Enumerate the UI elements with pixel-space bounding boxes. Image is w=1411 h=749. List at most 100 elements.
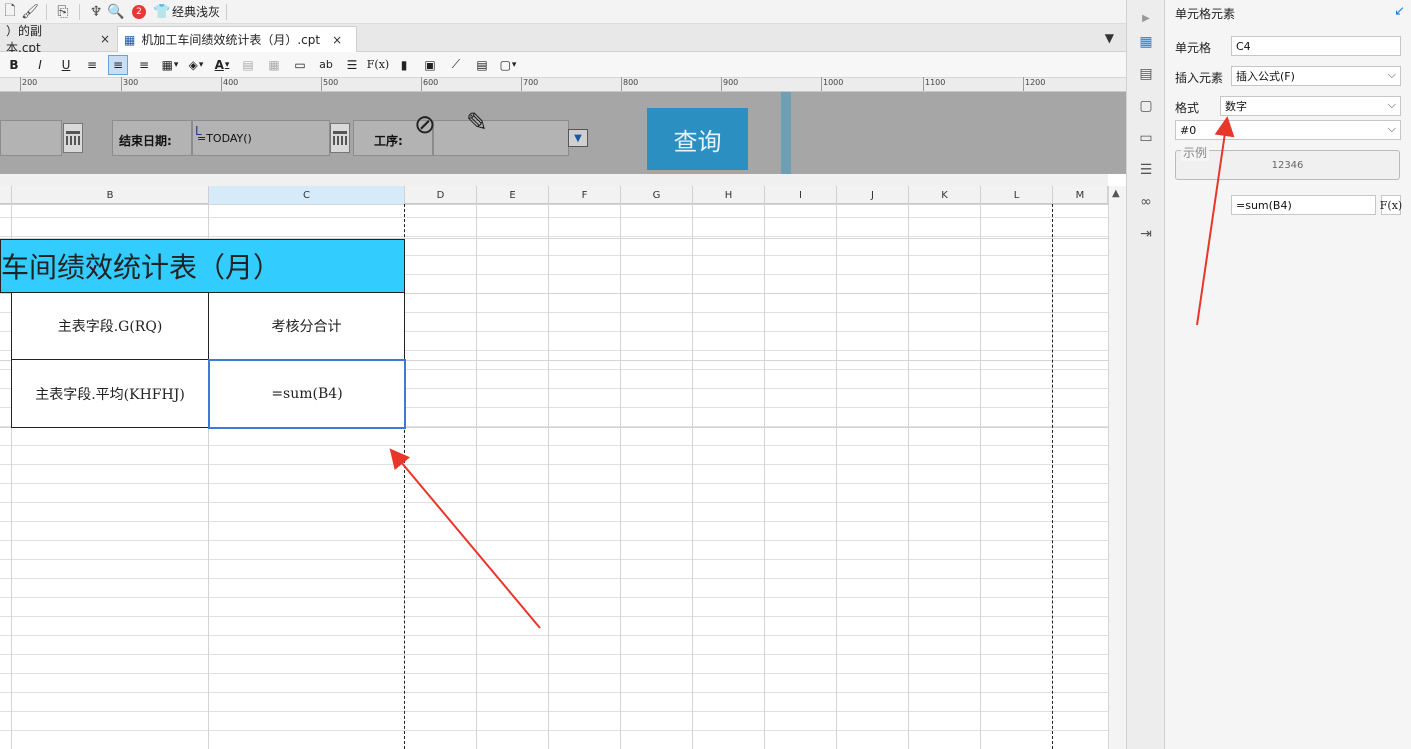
grid-line — [764, 204, 765, 749]
formula-editor-button[interactable]: F(x) — [1380, 195, 1402, 215]
image-icon[interactable]: ▣ — [420, 55, 440, 75]
diagonal-icon[interactable]: ⟋ — [446, 55, 466, 75]
column-header-j[interactable]: J — [837, 186, 909, 204]
vertical-scrollbar[interactable]: ▲ — [1108, 186, 1126, 749]
spreadsheet-grid[interactable]: 车间绩效统计表（月） 主表字段.G(RQ) 考核分合计 主表字段.平均(KHFH… — [0, 204, 1108, 749]
ruler-tick — [821, 77, 822, 91]
ruler-label: 200 — [22, 78, 38, 87]
column-header-g[interactable]: G — [621, 186, 693, 204]
italic-button[interactable]: I — [30, 55, 50, 75]
insert-element-select[interactable]: 插入公式(F) ⌵ — [1231, 66, 1401, 86]
column-header-i[interactable]: I — [765, 186, 837, 204]
font-color-button[interactable]: A — [212, 55, 232, 75]
grid-line — [548, 204, 549, 749]
align-center-icon[interactable]: ≡ — [108, 54, 128, 75]
tab-performance-report[interactable]: ▦ 机加工车间绩效统计表（月）.cpt × — [117, 26, 357, 52]
column-header-l[interactable]: L — [981, 186, 1053, 204]
data-entry-icon[interactable]: ⇥ — [1136, 224, 1156, 244]
ruler-label: 1200 — [1025, 78, 1046, 87]
pin-icon[interactable]: ↙ — [1394, 4, 1405, 19]
calendar-icon[interactable] — [63, 123, 83, 153]
cell-element-icon[interactable]: ▦ — [1136, 32, 1156, 52]
cell-c3[interactable]: 考核分合计 — [208, 292, 405, 360]
plugin-icon[interactable]: ♆ — [86, 2, 106, 22]
column-header-e[interactable]: E — [477, 186, 549, 204]
fill-color-icon[interactable]: ◈ — [186, 55, 206, 75]
start-date-field[interactable] — [0, 120, 62, 156]
formula-field[interactable]: =sum(B4) — [1231, 195, 1376, 215]
insert-row-icon[interactable]: ▭ — [290, 55, 310, 75]
column-header-m[interactable]: M — [1053, 186, 1108, 204]
format-type-value: 数字 — [1225, 100, 1247, 113]
column-headers: B C D E F G H I J K L M — [0, 186, 1108, 204]
shirt-icon: 👕 — [153, 3, 171, 20]
condition-attribute-icon[interactable]: ☰ — [1136, 160, 1156, 180]
notification-badge[interactable]: 2 — [132, 4, 146, 19]
grid-file-icon: ▦ — [124, 32, 136, 47]
scroll-up-icon[interactable]: ▲ — [1112, 188, 1120, 199]
tab-copy-file[interactable]: ）的副本.cpt × — [0, 24, 116, 55]
end-date-value[interactable]: =TODAY() — [197, 132, 252, 145]
cell-c4[interactable]: =sum(B4) — [208, 359, 406, 429]
dropdown-arrow-icon[interactable]: ▼ — [568, 129, 588, 147]
merge-cells-icon[interactable]: ▤ — [238, 55, 258, 75]
ruler-tick — [721, 77, 722, 91]
search-icon[interactable]: 🔍 — [106, 2, 126, 22]
tab-menu-icon[interactable]: ▼ — [1105, 31, 1114, 45]
hyperlink-icon[interactable]: ∞ — [1136, 192, 1156, 212]
formula-button[interactable]: F(x) — [367, 55, 389, 75]
collapse-arrow-icon[interactable]: ▶ — [1136, 8, 1156, 28]
column-header-a[interactable] — [0, 186, 12, 204]
process-label: 工序: — [374, 134, 403, 148]
column-header-h[interactable]: H — [693, 186, 765, 204]
format-pattern-select[interactable]: #0 ⌵ — [1175, 120, 1401, 140]
rich-text-icon[interactable]: ☰ — [342, 55, 362, 75]
format-type-select[interactable]: 数字 ⌵ — [1220, 96, 1401, 116]
align-left-icon[interactable]: ≡ — [82, 55, 102, 75]
column-header-d[interactable]: D — [405, 186, 477, 204]
close-icon[interactable]: × — [332, 33, 342, 47]
side-icon-strip: ▶ ▦ ▤ ▢ ▭ ☰ ∞ ⇥ — [1126, 0, 1165, 749]
cell-element-panel: 单元格元素 ↙ 单元格 C4 插入元素 插入公式(F) ⌵ 格式 数字 ⌵ #0… — [1165, 0, 1411, 749]
subreport-icon[interactable]: ▤ — [472, 55, 492, 75]
column-header-c[interactable]: C — [209, 186, 405, 204]
column-header-b[interactable]: B — [12, 186, 209, 204]
process-combo[interactable] — [433, 120, 569, 156]
split-cells-icon[interactable]: ▦ — [264, 55, 284, 75]
cell-attribute-icon[interactable]: ▤ — [1136, 64, 1156, 84]
frame-icon[interactable]: ▢ — [498, 55, 518, 75]
brush-icon[interactable]: 🖌 — [20, 2, 40, 22]
parameter-panel-edge[interactable] — [781, 92, 791, 174]
new-file-icon[interactable]: 🗋 — [0, 2, 20, 22]
report-title-cell[interactable]: 车间绩效统计表（月） — [0, 239, 405, 293]
tab-bar: ）的副本.cpt × ▦ 机加工车间绩效统计表（月）.cpt × ▼ — [0, 24, 1126, 55]
cell-name-value: C4 — [1236, 39, 1251, 53]
cell-b3[interactable]: 主表字段.G(RQ) — [11, 292, 209, 360]
bold-button[interactable]: B — [4, 55, 24, 75]
theme-switcher[interactable]: 👕 经典浅灰 — [152, 2, 220, 22]
widget-frame-icon[interactable]: ▢ — [1136, 96, 1156, 116]
chevron-down-icon: ⌵ — [1387, 68, 1396, 81]
text-cell-button[interactable]: ab — [316, 55, 336, 75]
query-button[interactable]: 查询 — [647, 108, 748, 170]
widget-settings-icon[interactable]: ▭ — [1136, 128, 1156, 148]
align-right-icon[interactable]: ≡ — [134, 55, 154, 75]
toolbar-divider — [79, 3, 80, 20]
cell-name-field[interactable]: C4 — [1231, 36, 1401, 56]
column-header-f[interactable]: F — [549, 186, 621, 204]
cell-b4-text: 主表字段.平均(KHFHJ) — [35, 386, 185, 403]
underline-button[interactable]: U — [56, 55, 76, 75]
calendar-icon[interactable] — [330, 123, 350, 153]
chevron-down-icon: ⌵ — [1387, 98, 1396, 111]
preview-icon[interactable]: ⎘ — [53, 2, 73, 22]
pencil-icon[interactable]: ✎ — [466, 108, 488, 138]
column-header-k[interactable]: K — [909, 186, 981, 204]
close-icon[interactable]: × — [100, 32, 110, 46]
formula-value: =sum(B4) — [1236, 198, 1292, 212]
page-break-line — [1052, 204, 1053, 749]
cell-b4[interactable]: 主表字段.平均(KHFHJ) — [11, 359, 209, 428]
chart-icon[interactable]: ▮ — [394, 55, 414, 75]
cell-c4-text: =sum(B4) — [271, 386, 343, 402]
border-icon[interactable]: ▦ — [160, 55, 180, 75]
hidden-eye-icon[interactable]: ⊘ — [414, 110, 436, 140]
